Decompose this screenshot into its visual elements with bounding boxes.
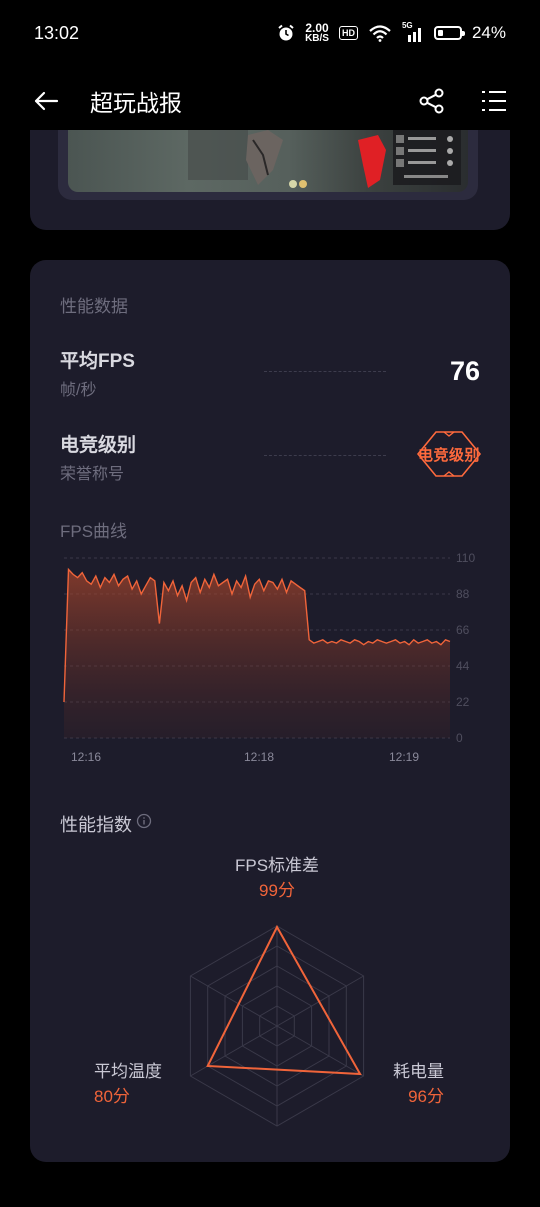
avg-fps-label: 平均FPS [60,351,135,372]
fps-y-tick-label: 110 [456,551,475,565]
radar-spoke [190,975,278,1027]
radar-spoke [276,1025,364,1077]
fps-y-tick-label: 22 [456,695,470,709]
app-actions [414,83,512,119]
status-bar: 13:02 2.00 KB/S HD 5G 24% [0,0,540,66]
radar-axis-label: FPS标准差 [235,856,319,875]
battery-percent: 24% [471,23,506,42]
status-time: 13:02 [34,22,80,43]
fps-line-chart: 0 22 44 66 88 110 12:16 12:18 12:19 [63,551,475,764]
alarm-clock-icon [278,24,294,41]
fps-curve-title: FPS曲线 [60,522,128,541]
fps-y-tick-label: 0 [456,731,463,745]
share-button[interactable] [414,83,450,119]
wifi-icon [369,25,391,42]
status-icons: 2.00 KB/S HD 5G 24% [277,21,506,44]
fps-y-tick-label: 66 [456,623,470,637]
fps-y-tick-label: 44 [456,659,470,673]
radar-spoke [276,975,364,1027]
esports-label: 电竞级别 [60,435,137,456]
fps-x-tick-label: 12:19 [389,750,419,764]
performance-card: 性能数据 平均FPS 帧/秒 76 电竞级别 荣誉称号 电竞级别 FPS曲线 0… [30,260,510,1162]
divider-dotted [264,455,386,456]
radar-axis-score: 96分 [408,1087,444,1106]
game-scene-illustration [188,130,461,188]
radar-axis-score: 80分 [94,1087,130,1106]
fps-y-tick-label: 88 [456,587,470,601]
signal-bars-icon [407,28,421,42]
radar-axis-score: 99分 [259,881,295,900]
menu-button[interactable] [476,83,512,119]
back-button[interactable] [28,83,64,119]
fps-x-tick-label: 12:16 [71,750,101,764]
avg-fps-value: 76 [449,356,480,386]
radar-score-polygon [206,924,362,1076]
esports-badge: 电竞级别 [414,430,484,478]
list-menu-icon [482,91,506,111]
battery-fill [437,30,443,36]
performance-radar-chart: FPS标准差 99分耗电量 96分 平均温度 80分 [94,856,444,1127]
net-speed-unit: KB/S [305,33,329,44]
fps-area-fill [64,569,450,738]
cellular-signal: 5G [402,21,424,43]
radar-axis-label: 平均温度 [94,1062,162,1081]
page-title: 超玩战报 [90,90,182,116]
back-arrow-icon [34,91,59,111]
net-speed: 2.00 KB/S [305,22,329,44]
hd-badge: HD [338,26,358,40]
share-icon [419,88,444,114]
esports-subtitle: 荣誉称号 [60,466,125,483]
performance-index-title: 性能指数 [60,815,132,835]
divider-dotted [264,371,386,372]
esports-badge-text: 电竞级别 [417,447,480,464]
app-bar: 超玩战报 [0,66,540,136]
game-screenshot-frame[interactable] [58,130,478,200]
battery-icon [433,26,465,40]
fps-x-tick-label: 12:18 [244,750,274,764]
info-icon[interactable] [136,813,152,829]
radar-axis-label: 耗电量 [393,1062,444,1081]
section-title-performance: 性能数据 [60,297,128,316]
avg-fps-unit: 帧/秒 [60,382,97,399]
game-screenshot-card [30,130,510,230]
game-screenshot-image [68,130,468,192]
